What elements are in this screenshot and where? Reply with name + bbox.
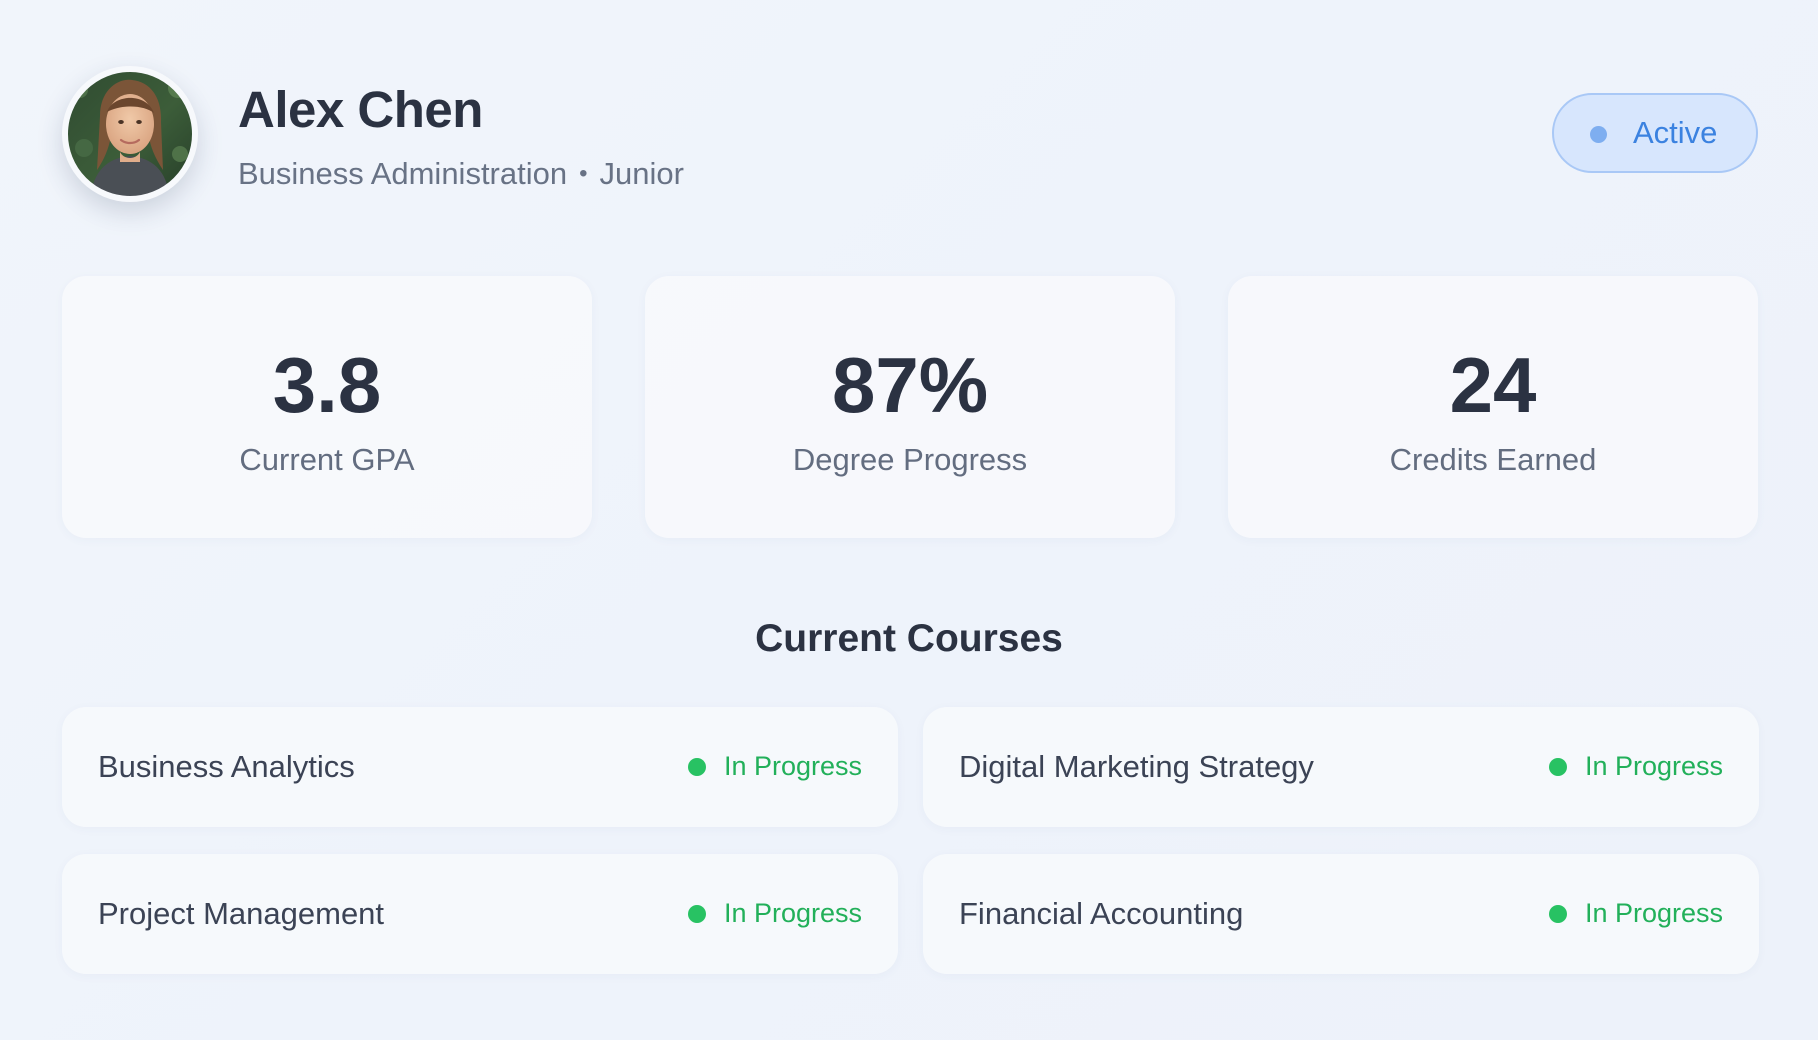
status-label: Active (1633, 115, 1718, 150)
student-name: Alex Chen (238, 81, 483, 138)
course-card-digital-marketing-strategy[interactable]: Digital Marketing Strategy In Progress (923, 707, 1759, 827)
subtitle-separator: • (579, 160, 588, 187)
course-name: Business Analytics (98, 749, 355, 784)
course-name: Project Management (98, 896, 385, 931)
course-status: In Progress (687, 751, 862, 782)
status-dot-icon (1590, 126, 1607, 143)
gpa-value: 3.8 (272, 341, 382, 429)
course-card-financial-accounting[interactable]: Financial Accounting In Progress (923, 854, 1759, 974)
course-status-label: In Progress (1584, 898, 1723, 928)
course-status-dot-icon (687, 904, 706, 923)
status-badge: Active (1552, 93, 1758, 173)
profile-header: Alex Chen Business Administration • Junior… (62, 66, 1758, 206)
course-card-project-management[interactable]: Project Management In Progress (62, 854, 898, 974)
course-card-business-analytics[interactable]: Business Analytics In Progress (62, 707, 898, 827)
course-status-dot-icon (1548, 904, 1567, 923)
course-status-label: In Progress (1584, 751, 1723, 781)
course-status: In Progress (1548, 751, 1723, 782)
gpa-label: Current GPA (239, 442, 415, 477)
student-subtitle: Business Administration • Junior (238, 156, 684, 192)
credits-value: 24 (1449, 341, 1537, 429)
avatar (62, 66, 198, 202)
course-status-label: In Progress (723, 898, 862, 928)
course-status: In Progress (1548, 898, 1723, 929)
degree-progress-label: Degree Progress (792, 442, 1028, 477)
course-name: Financial Accounting (959, 896, 1244, 931)
course-status-label: In Progress (723, 751, 862, 781)
course-name: Digital Marketing Strategy (959, 749, 1314, 784)
stat-card-credits: 24 Credits Earned (1228, 276, 1758, 538)
student-year: Junior (599, 156, 684, 191)
credits-label: Credits Earned (1389, 442, 1597, 477)
course-status-dot-icon (1548, 757, 1567, 776)
course-status-dot-icon (687, 757, 706, 776)
stat-card-gpa: 3.8 Current GPA (62, 276, 592, 538)
current-courses-title: Current Courses (755, 617, 1063, 660)
stat-card-degree-progress: 87% Degree Progress (645, 276, 1175, 538)
degree-progress-value: 87% (831, 341, 989, 429)
course-status: In Progress (687, 898, 862, 929)
student-major: Business Administration (238, 156, 568, 191)
